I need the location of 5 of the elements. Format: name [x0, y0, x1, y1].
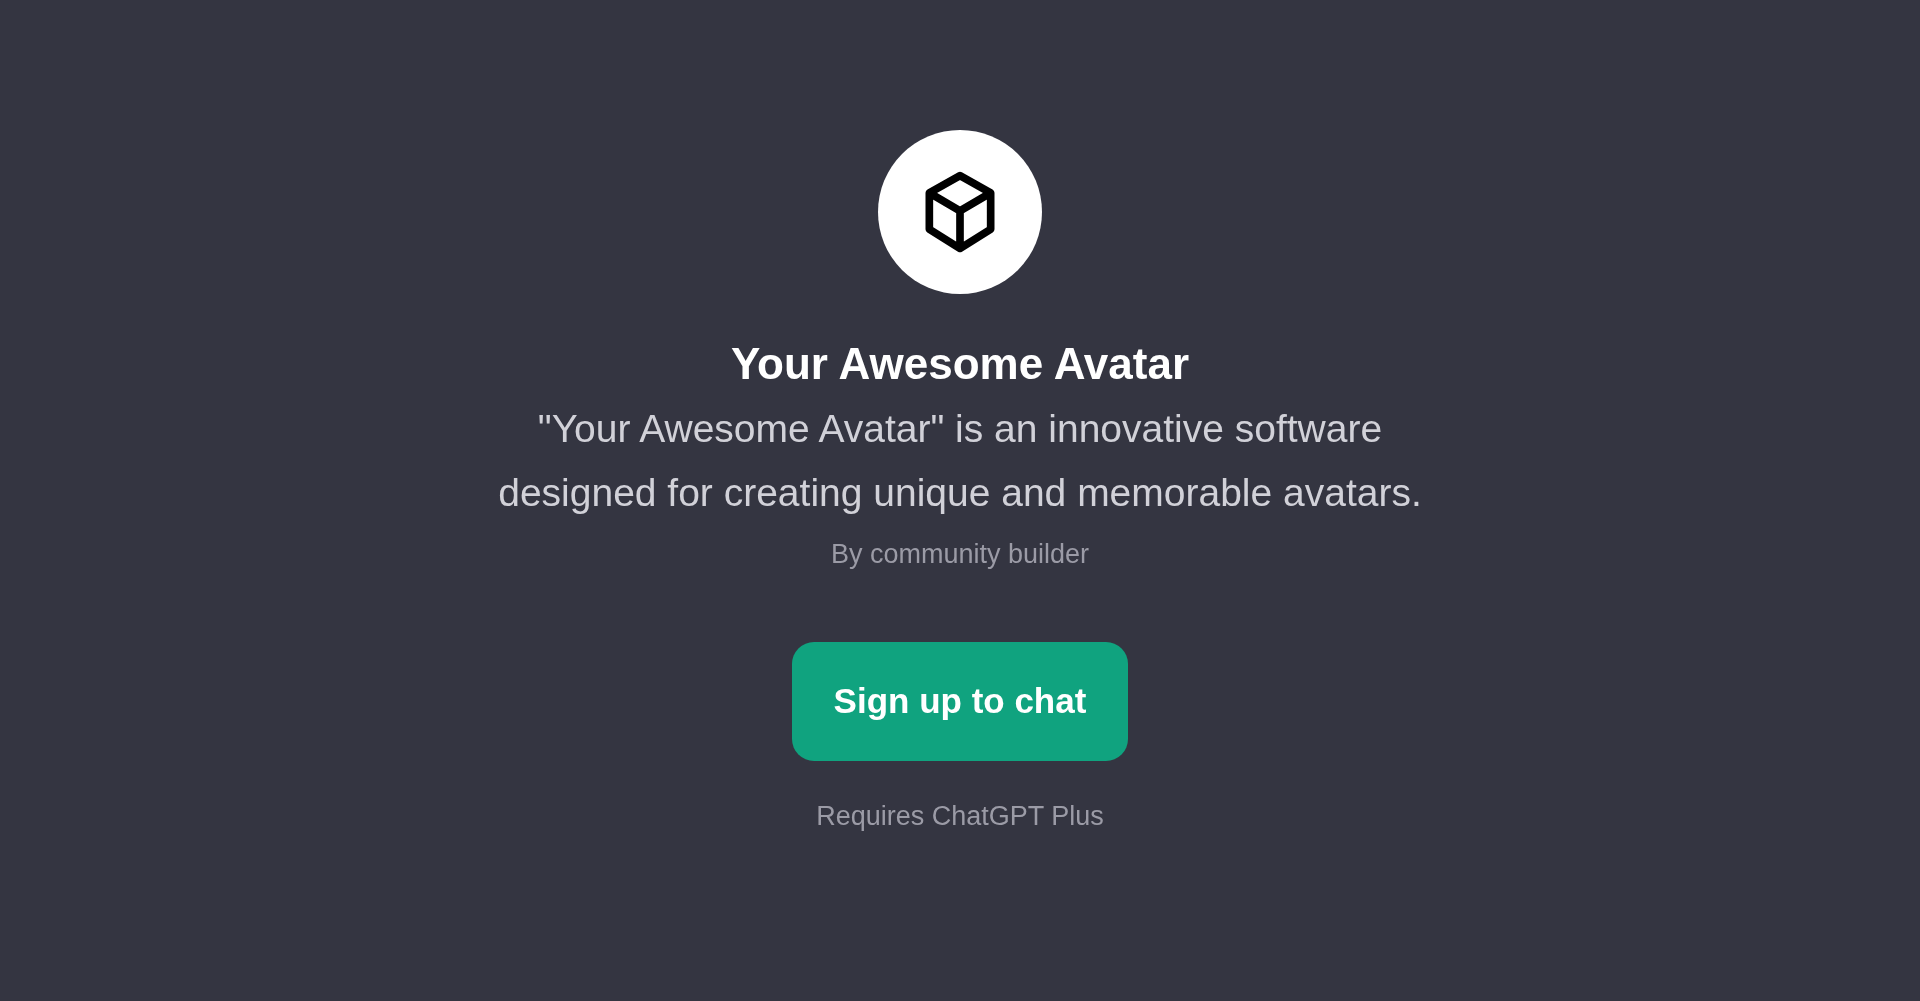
requirement-note: Requires ChatGPT Plus: [816, 800, 1104, 832]
gpt-description: "Your Awesome Avatar" is an innovative software designed for creating unique and memorable avatars.: [497, 405, 1423, 516]
signup-button[interactable]: Sign up to chat: [792, 641, 1128, 761]
gpt-title: Your Awesome Avatar: [730, 338, 1190, 390]
author-byline: By community builder: [830, 538, 1090, 570]
